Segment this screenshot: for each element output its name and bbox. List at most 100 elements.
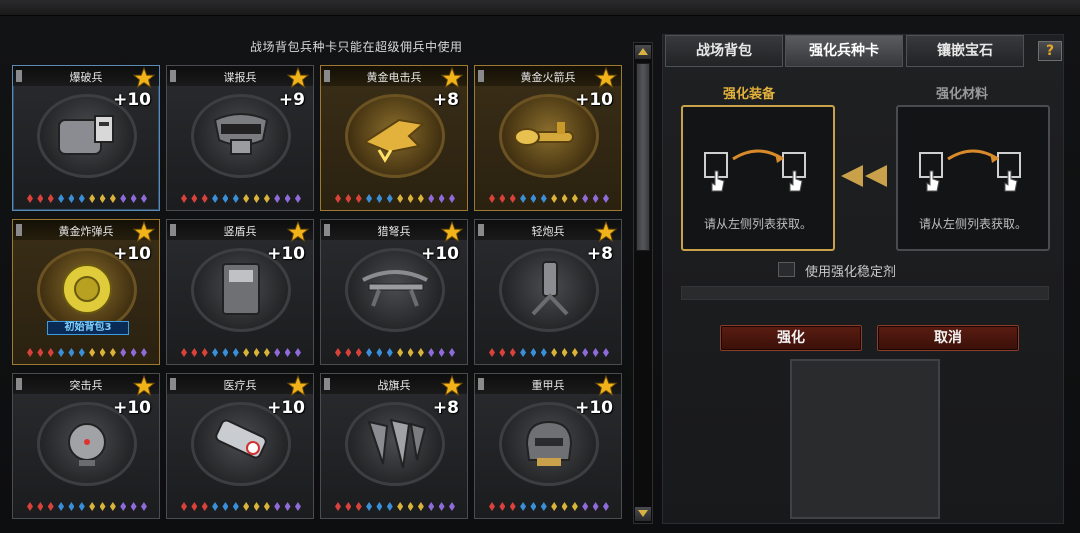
gem-slot-icon (582, 194, 589, 203)
gem-row (335, 194, 455, 204)
gem-slot-icon (68, 348, 75, 357)
card-header: 战旗兵 (321, 374, 467, 397)
tab-inlay-gem[interactable]: 镶嵌宝石 (906, 35, 1024, 67)
cancel-button[interactable]: 取消 (877, 325, 1019, 351)
gem-slot-icon (78, 502, 85, 511)
gem-slot-icon (232, 194, 239, 203)
explosive-pack-icon (58, 115, 114, 155)
arrow-up-icon (638, 48, 648, 55)
soldier-card[interactable]: 猎弩兵 +10 (320, 219, 468, 365)
card-level: +10 (267, 244, 305, 264)
gem-slot-icon (222, 502, 229, 511)
gem-row (181, 502, 301, 512)
card-level: +8 (586, 244, 613, 264)
gem-slot-icon (232, 348, 239, 357)
gem-slot-icon (274, 194, 281, 203)
gem-row (27, 502, 147, 512)
help-button[interactable]: ? (1038, 41, 1062, 61)
enhance-progress-bar (681, 286, 1049, 300)
soldier-card[interactable]: 重甲兵 +10 (474, 373, 622, 519)
card-header: 黄金火箭兵 (475, 66, 621, 89)
enhance-button[interactable]: 强化 (720, 325, 862, 351)
gem-slot-icon (294, 348, 301, 357)
scroll-up-button[interactable] (635, 45, 651, 59)
heavy-armor-helmet-icon (525, 420, 573, 466)
card-level: +8 (432, 398, 459, 418)
tab-enhance-card[interactable]: 强化兵种卡 (785, 35, 903, 67)
gem-slot-icon (571, 502, 578, 511)
gem-slot-icon (345, 194, 352, 203)
gem-slot-icon (243, 348, 250, 357)
soldier-card[interactable]: 突击兵 +10 (12, 373, 160, 519)
gem-slot-icon (47, 502, 54, 511)
gem-row (489, 502, 609, 512)
star-icon (441, 221, 463, 243)
card-level: +10 (113, 398, 151, 418)
gem-slot-icon (191, 502, 198, 511)
gem-slot-icon (68, 194, 75, 203)
gem-slot-icon (37, 348, 44, 357)
material-slot[interactable]: 请从左侧列表获取。 (896, 105, 1050, 251)
crossbow-icon (362, 270, 428, 307)
soldier-card[interactable]: 轻炮兵 +8 (474, 219, 622, 365)
gem-slot-icon (130, 348, 137, 357)
riot-shield-icon (222, 263, 260, 315)
gem-slot-icon (191, 194, 198, 203)
card-header: 黄金炸弹兵 (13, 220, 159, 243)
gem-slot-icon (366, 348, 373, 357)
gem-row (335, 502, 455, 512)
tab-battlefield-backpack[interactable]: 战场背包 (665, 35, 783, 67)
soldier-card[interactable]: 黄金电击兵 +8 (320, 65, 468, 211)
gem-slot-icon (253, 348, 260, 357)
soldier-card[interactable]: 竖盾兵 +10 (166, 219, 314, 365)
star-icon (287, 221, 309, 243)
soldier-card[interactable]: 爆破兵 +10 (12, 65, 160, 211)
drag-hint-icon (704, 149, 806, 192)
soldier-card[interactable]: 黄金炸弹兵 +10 初始背包3 (12, 219, 160, 365)
star-icon (441, 375, 463, 397)
scroll-down-button[interactable] (635, 507, 651, 521)
card-header: 医疗兵 (167, 374, 313, 397)
gem-slot-icon (58, 348, 65, 357)
mortar-icon (531, 261, 569, 316)
gem-slot-icon (582, 348, 589, 357)
gold-electric-gun-icon (362, 118, 426, 163)
soldier-card[interactable]: 黄金火箭兵 +10 (474, 65, 622, 211)
gem-slot-icon (561, 348, 568, 357)
equip-slot[interactable]: 请从左侧列表获取。 (681, 105, 835, 251)
gem-slot-icon (274, 348, 281, 357)
gem-slot-icon (407, 348, 414, 357)
gem-slot-icon (191, 348, 198, 357)
gem-slot-icon (181, 348, 187, 357)
star-icon (595, 67, 617, 89)
gem-slot-icon (489, 502, 495, 511)
gem-slot-icon (428, 348, 435, 357)
soldier-card[interactable]: 战旗兵 +8 (320, 373, 468, 519)
card-list-scrollbar[interactable] (633, 42, 653, 524)
gem-slot-icon (448, 348, 455, 357)
gem-slot-icon (417, 348, 424, 357)
gem-slot-icon (376, 348, 383, 357)
gem-slot-icon (37, 502, 44, 511)
gem-slot-icon (386, 194, 393, 203)
scroll-thumb[interactable] (636, 63, 650, 251)
enhance-material-label: 强化材料 (936, 87, 989, 102)
backpack-notice: 战场背包兵种卡只能在超级佣兵中使用 (250, 40, 463, 54)
gem-slot-icon (37, 194, 44, 203)
gem-slot-icon (366, 194, 373, 203)
gem-slot-icon (499, 348, 506, 357)
gem-row (181, 348, 301, 358)
gem-slot-icon (582, 502, 589, 511)
gem-slot-icon (366, 502, 373, 511)
arrow-down-icon (638, 510, 648, 517)
gem-slot-icon (592, 502, 599, 511)
gem-row (181, 194, 301, 204)
gem-slot-icon (99, 502, 106, 511)
soldier-card[interactable]: 医疗兵 +10 (166, 373, 314, 519)
gem-slot-icon (509, 194, 516, 203)
stabilizer-checkbox[interactable] (778, 262, 795, 277)
gem-slot-icon (407, 502, 414, 511)
gem-slot-icon (355, 348, 362, 357)
gem-slot-icon (428, 502, 435, 511)
soldier-card[interactable]: 谍报兵 +9 (166, 65, 314, 211)
